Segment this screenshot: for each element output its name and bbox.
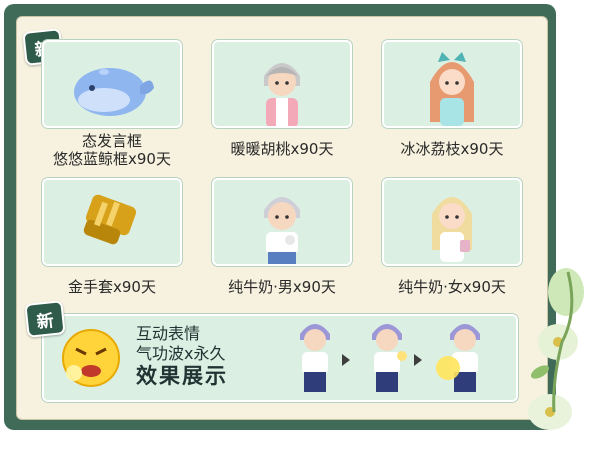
- reward-item-milk-male[interactable]: 纯牛奶·男x90天: [212, 178, 352, 296]
- reward-item-whale-frame[interactable]: 态发言框 悠悠蓝鲸框x90天: [42, 40, 182, 168]
- reward-item-milk-female[interactable]: 纯牛奶·女x90天: [382, 178, 522, 296]
- angry-emoji-icon: [62, 329, 120, 387]
- item-thumbnail: [42, 178, 182, 266]
- item-label: 纯牛奶·男x90天: [228, 278, 336, 296]
- new-badge-bottom: 新: [24, 300, 66, 338]
- item-thumbnail: [212, 178, 352, 266]
- banner-text: 互动表情 气功波x永久 效果展示: [136, 324, 228, 388]
- reward-item-bingbing[interactable]: 冰冰荔枝x90天: [382, 40, 522, 158]
- flower-decoration: [528, 268, 584, 430]
- item-label: 金手套x90天: [68, 278, 156, 296]
- banner-line3: 效果展示: [136, 364, 228, 388]
- gold-glove-icon: [83, 194, 137, 245]
- item-thumbnail: [382, 40, 522, 128]
- whale-icon: [74, 68, 154, 116]
- emote-frame-2: [372, 324, 407, 392]
- banner-line1: 互动表情: [136, 324, 201, 343]
- emote-frame-3: [436, 324, 480, 392]
- item-label: 冰冰荔枝x90天: [400, 140, 504, 158]
- banner-line2: 气功波x永久: [136, 344, 226, 363]
- avatar-boy-icon: [264, 197, 300, 264]
- reward-item-gold-glove[interactable]: 金手套x90天: [42, 178, 182, 296]
- item-thumbnail: [42, 40, 182, 128]
- avatar-boy-icon: [264, 63, 300, 126]
- emote-showcase-banner[interactable]: 互动表情 气功波x永久 效果展示: [42, 314, 518, 402]
- arrow-icon: [414, 354, 422, 366]
- item-thumbnail: [382, 178, 522, 266]
- item-label: 纯牛奶·女x90天: [398, 278, 506, 296]
- reward-item-nuannuan[interactable]: 暖暖胡桃x90天: [212, 40, 352, 158]
- emote-frame-1: [300, 324, 330, 392]
- item-thumbnail: [212, 40, 352, 128]
- item-label: 暖暖胡桃x90天: [230, 140, 334, 158]
- item-label-line2: 悠悠蓝鲸框x90天: [53, 150, 171, 168]
- arrow-icon: [342, 354, 350, 366]
- avatar-girl-icon: [430, 52, 474, 126]
- item-label-line1: 态发言框: [81, 132, 142, 150]
- avatar-girl-icon: [432, 197, 472, 262]
